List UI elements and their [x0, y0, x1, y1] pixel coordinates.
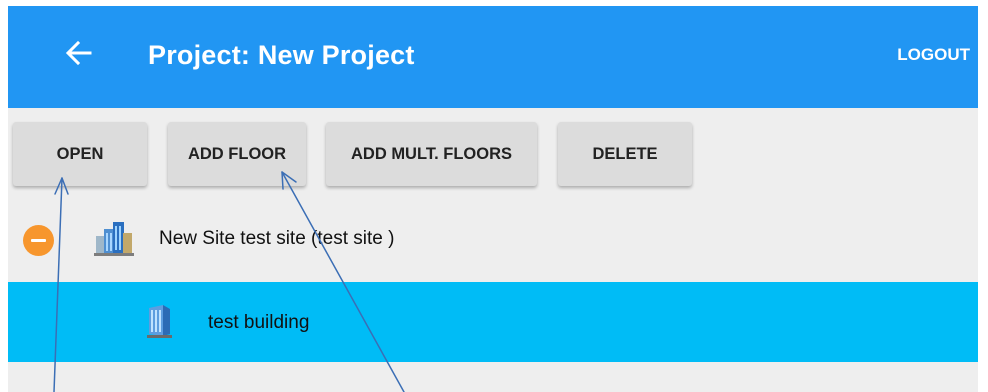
- app-screen: Project: New Project LOGOUT OPEN ADD FLO…: [8, 6, 978, 392]
- site-label: New Site test site (test site ): [159, 228, 395, 249]
- arrow-left-icon[interactable]: [64, 39, 92, 67]
- open-button[interactable]: OPEN: [13, 122, 147, 186]
- logout-button[interactable]: LOGOUT: [897, 45, 970, 65]
- delete-button[interactable]: DELETE: [558, 122, 692, 186]
- page-title: Project: New Project: [148, 40, 415, 70]
- buildings-icon: [94, 222, 134, 256]
- building-label: test building: [208, 312, 310, 333]
- app-bar: Project: New Project LOGOUT: [8, 6, 978, 108]
- building-row[interactable]: test building: [8, 282, 978, 362]
- building-icon: [147, 305, 172, 338]
- add-floor-button[interactable]: ADD FLOOR: [168, 122, 306, 186]
- site-row[interactable]: New Site test site (test site ): [8, 202, 978, 272]
- add-mult-floors-button[interactable]: ADD MULT. FLOORS: [326, 122, 537, 186]
- minus-circle-icon[interactable]: [23, 225, 54, 256]
